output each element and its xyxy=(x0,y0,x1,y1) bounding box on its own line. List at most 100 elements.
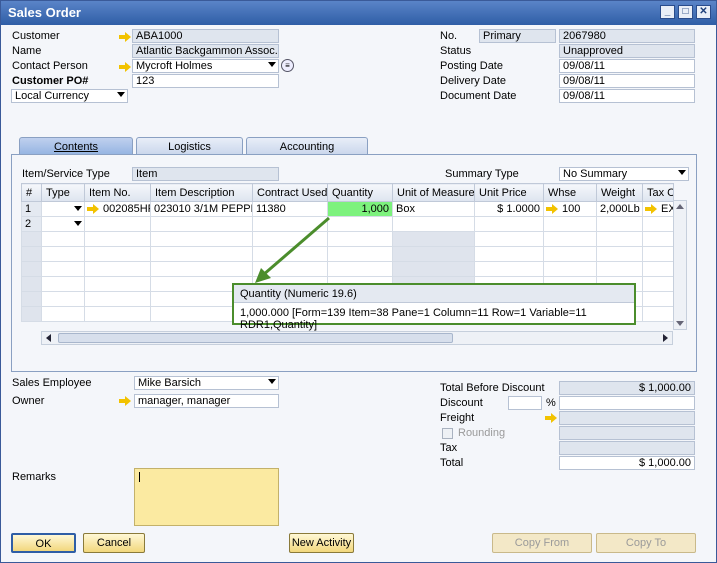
customer-label: Customer xyxy=(12,30,60,42)
chevron-down-icon xyxy=(74,206,82,211)
title-bar: Sales Order _ □ ✕ xyxy=(1,1,716,25)
minimize-button[interactable]: _ xyxy=(660,5,675,19)
empty-cell[interactable] xyxy=(543,216,597,232)
owner-label: Owner xyxy=(12,395,45,407)
column-header[interactable]: # xyxy=(21,183,42,202)
text-cursor xyxy=(139,472,140,482)
empty-cell[interactable] xyxy=(474,216,544,232)
column-header[interactable]: Unit of Measure xyxy=(392,183,475,202)
document-date-field[interactable]: 09/08/11 xyxy=(559,89,695,103)
chevron-down-icon xyxy=(117,92,125,97)
discount-amount-field[interactable] xyxy=(559,396,695,410)
uom-cell[interactable]: Box xyxy=(392,201,475,217)
column-header[interactable]: Contract Used xyxy=(252,183,328,202)
window-title: Sales Order xyxy=(8,5,81,20)
type-cell[interactable] xyxy=(41,216,85,232)
table-row: 2 xyxy=(21,216,674,232)
copy-to-button[interactable]: Copy To xyxy=(596,533,696,553)
delivery-date-label: Delivery Date xyxy=(440,75,507,87)
freight-link-arrow-icon[interactable] xyxy=(545,413,557,423)
item-service-type-field[interactable]: Item xyxy=(132,167,279,181)
table-row xyxy=(21,261,674,277)
total-before-discount-label: Total Before Discount xyxy=(440,382,545,394)
document-number-field[interactable]: 2067980 xyxy=(559,29,695,43)
scroll-left-icon[interactable] xyxy=(46,334,51,342)
customer-po-field[interactable]: 123 xyxy=(132,74,279,88)
series-field[interactable]: Primary xyxy=(479,29,556,43)
contact-details-icon[interactable]: ≡ xyxy=(281,59,294,72)
contact-person-dropdown[interactable]: Mycroft Holmes xyxy=(132,59,279,73)
tax-field xyxy=(559,441,695,455)
whse-link-arrow-icon[interactable] xyxy=(546,204,558,214)
column-header[interactable]: Unit Price xyxy=(474,183,544,202)
chevron-down-icon xyxy=(268,62,276,67)
posting-date-field[interactable]: 09/08/11 xyxy=(559,59,695,73)
cancel-button[interactable]: Cancel xyxy=(83,533,145,553)
empty-cell[interactable] xyxy=(84,216,151,232)
weight-cell[interactable]: 2,000Lb xyxy=(596,201,643,217)
sales-employee-value: Mike Barsich xyxy=(138,377,201,389)
contact-person-value: Mycroft Holmes xyxy=(136,60,213,72)
vertical-scrollbar[interactable] xyxy=(673,200,687,330)
ok-button[interactable]: OK xyxy=(11,533,76,553)
copy-from-button[interactable]: Copy From xyxy=(492,533,592,553)
callout-arrow-icon xyxy=(255,216,330,283)
delivery-date-field[interactable]: 09/08/11 xyxy=(559,74,695,88)
column-header[interactable]: Item No. xyxy=(84,183,151,202)
item-no-cell[interactable]: 002085HP xyxy=(84,201,151,217)
scroll-right-icon[interactable] xyxy=(663,334,668,342)
tax-cell[interactable]: EX xyxy=(642,201,674,217)
contact-person-label: Contact Person xyxy=(12,60,88,72)
total-label: Total xyxy=(440,457,464,469)
empty-cell[interactable] xyxy=(392,216,475,232)
column-header[interactable]: Item Description xyxy=(150,183,253,202)
discount-percent-field[interactable] xyxy=(508,396,542,410)
remarks-textarea[interactable] xyxy=(134,468,279,526)
close-button[interactable]: ✕ xyxy=(696,5,711,19)
description-cell[interactable]: 023010 3/1M PEPPER ( xyxy=(150,201,253,217)
empty-cell[interactable] xyxy=(642,216,674,232)
column-header[interactable]: Quantity xyxy=(327,183,393,202)
customer-po-label: Customer PO# xyxy=(12,75,89,87)
customer-link-arrow-icon[interactable] xyxy=(119,32,131,42)
tooltip-detail: 1,000.000 [Form=139 Item=38 Pane=1 Colum… xyxy=(240,307,587,331)
row-number xyxy=(21,261,42,277)
empty-cell[interactable] xyxy=(150,216,253,232)
row-number xyxy=(21,276,42,292)
table-row xyxy=(21,231,674,247)
freight-label: Freight xyxy=(440,412,475,424)
type-cell[interactable] xyxy=(41,201,85,217)
summary-type-dropdown[interactable]: No Summary xyxy=(559,167,689,181)
new-activity-button[interactable]: New Activity xyxy=(289,533,354,553)
maximize-button[interactable]: □ xyxy=(678,5,693,19)
rounding-checkbox[interactable] xyxy=(442,428,453,439)
column-header[interactable]: Tax C xyxy=(642,183,674,202)
item-link-arrow-icon[interactable] xyxy=(87,204,99,214)
rounding-label: Rounding xyxy=(458,427,506,439)
sales-employee-dropdown[interactable]: Mike Barsich xyxy=(134,376,279,390)
contact-link-arrow-icon[interactable] xyxy=(119,62,131,72)
scroll-up-icon[interactable] xyxy=(676,204,684,209)
chevron-down-icon xyxy=(678,170,686,175)
column-header[interactable]: Whse xyxy=(543,183,597,202)
whse-cell[interactable]: 100 xyxy=(543,201,597,217)
owner-field[interactable]: manager, manager xyxy=(134,394,279,408)
row-number xyxy=(21,291,42,307)
scroll-down-icon[interactable] xyxy=(676,321,684,326)
name-field[interactable]: Atlantic Backgammon Assoc. xyxy=(132,44,279,58)
table-row: 1 002085HP 023010 3/1M PEPPER ( 11380 1,… xyxy=(21,201,674,217)
column-header[interactable]: Type xyxy=(41,183,85,202)
no-label: No. xyxy=(440,30,458,42)
owner-link-arrow-icon[interactable] xyxy=(119,396,131,406)
tax-label: Tax xyxy=(440,442,458,454)
unit-price-cell[interactable]: $ 1.0000 xyxy=(474,201,544,217)
tax-link-arrow-icon[interactable] xyxy=(645,204,657,214)
percent-sign: % xyxy=(546,397,556,409)
row-number[interactable]: 1 xyxy=(21,201,42,217)
customer-field[interactable]: ABA1000 xyxy=(132,29,279,43)
status-field: Unapproved xyxy=(559,44,695,58)
column-header[interactable]: Weight xyxy=(596,183,643,202)
row-number[interactable]: 2 xyxy=(21,216,42,232)
currency-dropdown[interactable]: Local Currency xyxy=(11,89,128,103)
empty-cell[interactable] xyxy=(596,216,643,232)
